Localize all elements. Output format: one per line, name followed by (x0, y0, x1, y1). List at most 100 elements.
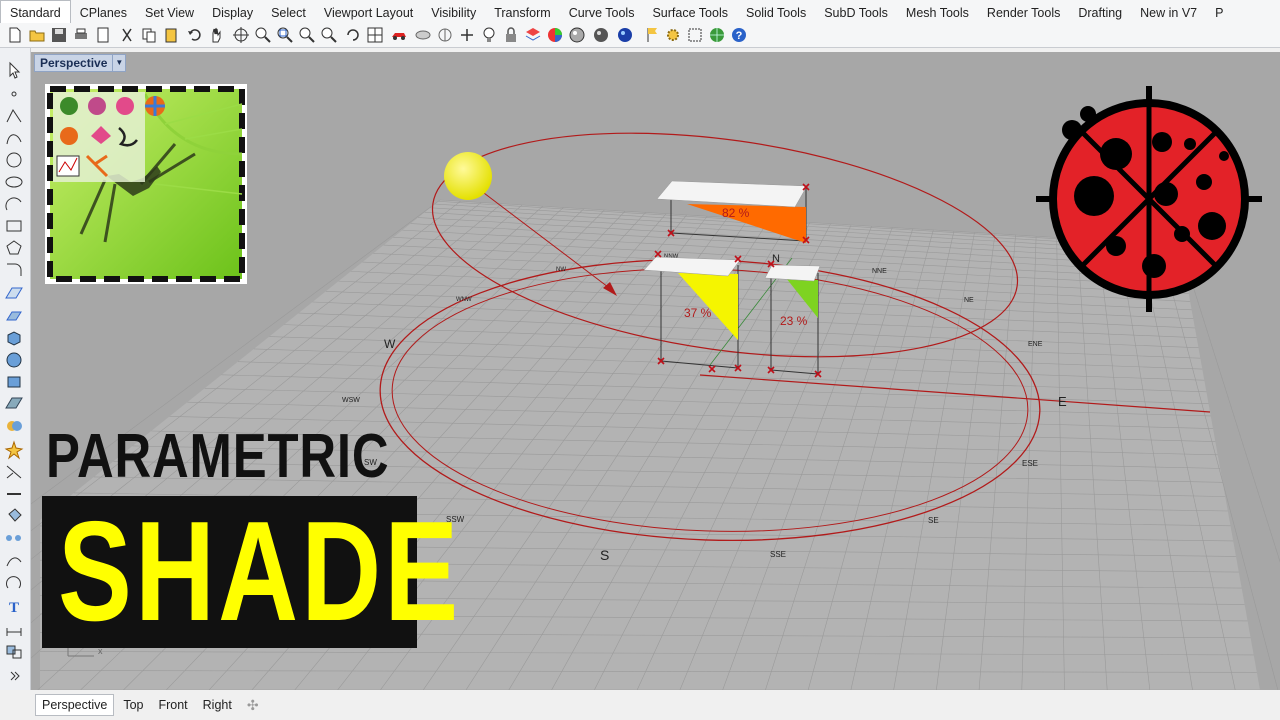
compass-ene-label: ENE (1028, 341, 1043, 348)
print-icon[interactable] (72, 26, 90, 44)
tab-set-view[interactable]: Set View (136, 1, 203, 23)
compass-e-label: E (1058, 394, 1067, 409)
dimension-icon[interactable] (3, 618, 25, 638)
tab-viewport-layout[interactable]: Viewport Layout (315, 1, 422, 23)
tab-standard[interactable]: Standard (0, 0, 71, 23)
rectangle-icon[interactable] (3, 216, 25, 236)
trim-icon[interactable] (3, 462, 25, 482)
tab-new-in-v7[interactable]: New in V7 (1131, 1, 1206, 23)
viewport-tab-right[interactable]: Right (197, 695, 238, 715)
surface-icon[interactable] (3, 284, 25, 304)
toolbar-tab-bar: Standard CPlanes Set View Display Select View… (0, 0, 1280, 24)
compass-n-label: N (772, 253, 780, 265)
expand-palette-icon[interactable] (3, 666, 25, 686)
car-icon[interactable] (390, 26, 408, 44)
title-line1-container: PARAMETRIC (40, 424, 465, 490)
tab-surface-tools[interactable]: Surface Tools (643, 1, 737, 23)
environment-sphere-icon[interactable] (616, 26, 634, 44)
explode-icon[interactable] (3, 440, 25, 460)
viewport-tab-top[interactable]: Top (117, 695, 149, 715)
title-line2: SHADE (58, 492, 462, 651)
array-icon[interactable] (3, 528, 25, 548)
rotate-icon[interactable] (3, 574, 25, 594)
ellipse-icon[interactable] (3, 172, 25, 192)
shade-percent-3: 23 % (780, 314, 808, 328)
grasshopper-logo (45, 84, 247, 284)
paste-icon[interactable] (162, 26, 180, 44)
viewport-tab-perspective[interactable]: Perspective (35, 694, 115, 716)
fillet-icon[interactable] (3, 260, 25, 280)
zoom-extents-icon[interactable] (298, 26, 316, 44)
options-gear-icon[interactable] (664, 26, 682, 44)
zoom-icon[interactable] (254, 26, 272, 44)
tab-drafting[interactable]: Drafting (1069, 1, 1131, 23)
flag-icon[interactable] (644, 26, 662, 44)
pan-hand-icon[interactable] (208, 26, 226, 44)
open-folder-icon[interactable] (28, 26, 46, 44)
viewport-title[interactable]: Perspective ▼ (34, 54, 127, 72)
polyline-icon[interactable] (3, 106, 25, 126)
shade-percent-1: 82 % (722, 206, 750, 220)
tab-curve-tools[interactable]: Curve Tools (560, 1, 644, 23)
text-icon[interactable]: T (3, 596, 25, 616)
save-icon[interactable] (50, 26, 68, 44)
curve-icon[interactable] (3, 128, 25, 148)
render-sphere-icon[interactable] (568, 26, 586, 44)
copy-icon[interactable] (140, 26, 158, 44)
compass-w-label: W (384, 337, 396, 351)
group-icon[interactable] (3, 642, 25, 662)
material-sphere-icon[interactable] (592, 26, 610, 44)
tab-select[interactable]: Select (262, 1, 315, 23)
tab-p[interactable]: P (1206, 1, 1232, 23)
four-viewports-icon[interactable] (366, 26, 384, 44)
tab-solid-tools[interactable]: Solid Tools (737, 1, 815, 23)
tab-render-tools[interactable]: Render Tools (978, 1, 1069, 23)
layer-icon[interactable] (524, 26, 542, 44)
title-line1: PARAMETRIC (46, 422, 390, 491)
help-icon[interactable]: ? (730, 26, 748, 44)
fill-bucket-icon[interactable] (3, 506, 25, 526)
page-icon[interactable] (94, 26, 112, 44)
tab-display[interactable]: Display (203, 1, 262, 23)
viewport-tab-front[interactable]: Front (152, 695, 193, 715)
zoom-window-icon[interactable] (276, 26, 294, 44)
boolean-icon[interactable] (3, 416, 25, 436)
sphere-solid-icon[interactable] (3, 350, 25, 370)
tab-visibility[interactable]: Visibility (422, 1, 485, 23)
svg-text:?: ? (736, 30, 743, 42)
tab-subd-tools[interactable]: SubD Tools (815, 1, 897, 23)
circle-icon[interactable] (3, 150, 25, 170)
shaded-display-icon[interactable] (414, 26, 432, 44)
arc-icon[interactable] (3, 194, 25, 214)
box-solid-icon[interactable] (3, 328, 25, 348)
rotate-view-icon[interactable] (232, 26, 250, 44)
shade-panel-1 (656, 180, 808, 208)
cylinder-solid-icon[interactable] (3, 372, 25, 392)
cut-icon[interactable] (118, 26, 136, 44)
globe-icon[interactable] (708, 26, 726, 44)
point-icon[interactable] (3, 84, 25, 104)
grid-snap-icon[interactable] (458, 26, 476, 44)
tab-cplanes[interactable]: CPlanes (71, 1, 136, 23)
chevron-down-icon[interactable]: ▼ (112, 55, 125, 71)
tab-mesh-tools[interactable]: Mesh Tools (897, 1, 978, 23)
zoom-selected-icon[interactable] (320, 26, 338, 44)
mesh-icon[interactable] (3, 394, 25, 414)
select-arrow-icon[interactable] (3, 60, 25, 80)
compass-ne-label: NE (964, 297, 974, 304)
bounding-box-icon[interactable] (686, 26, 704, 44)
move-icon[interactable] (3, 552, 25, 572)
cplane-icon[interactable] (436, 26, 454, 44)
color-wheel-icon[interactable] (546, 26, 564, 44)
light-bulb-icon[interactable] (480, 26, 498, 44)
undo-icon[interactable] (186, 26, 204, 44)
lock-icon[interactable] (502, 26, 520, 44)
tab-transform[interactable]: Transform (485, 1, 560, 23)
add-viewport-icon[interactable]: ✣ (241, 695, 265, 715)
new-file-icon[interactable] (6, 26, 24, 44)
polygon-icon[interactable] (3, 238, 25, 258)
join-icon[interactable] (3, 484, 25, 504)
compass-s-label: S (600, 547, 609, 563)
extrude-icon[interactable] (3, 306, 25, 326)
undo-view-icon[interactable] (344, 26, 362, 44)
